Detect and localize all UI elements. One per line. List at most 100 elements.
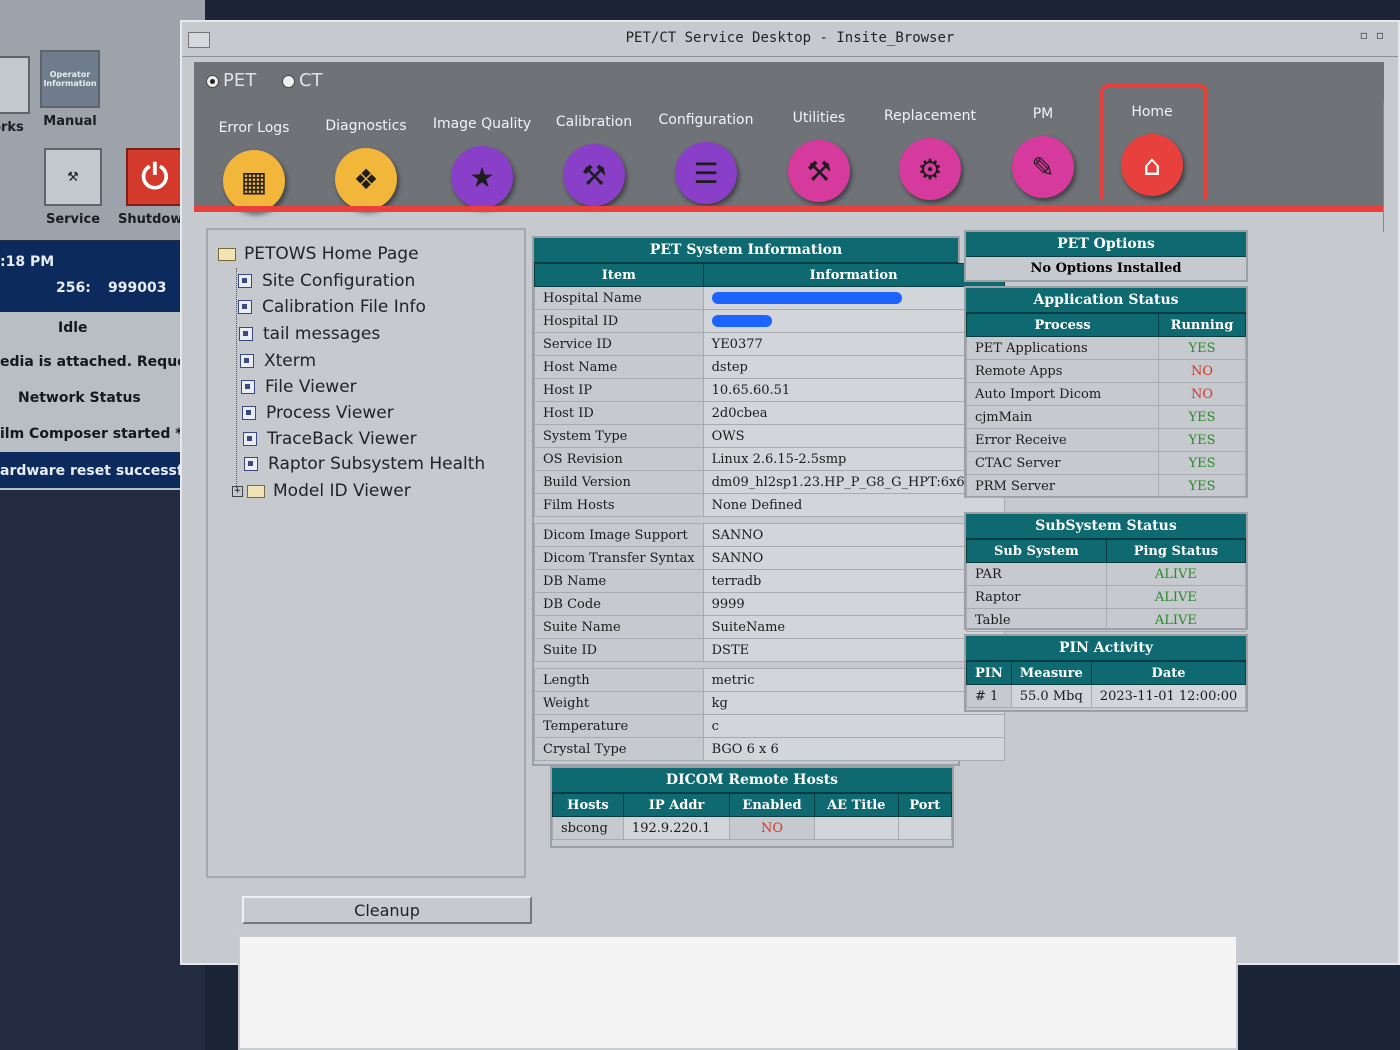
table-row[interactable]: Auto Import Dicom NO	[966, 382, 1246, 406]
table-row[interactable]: Suite ID DSTE	[534, 638, 1005, 662]
tree-item[interactable]: tail messages	[239, 324, 380, 344]
scrollbar[interactable]	[1383, 102, 1398, 232]
table-row[interactable]: Host ID 2d0cbea	[534, 401, 1005, 425]
item-value: c	[702, 714, 1005, 738]
works-launcher[interactable]: Works	[0, 56, 30, 135]
table-row[interactable]: Hospital Name	[534, 286, 1005, 310]
tool-error-logs[interactable]: Error Logs ▦	[204, 120, 304, 212]
table-row[interactable]: sbcong 192.9.220.1 NO	[552, 816, 953, 840]
item-label: Weight	[534, 691, 704, 715]
host-port	[897, 816, 953, 840]
table-row[interactable]: DB Name terradb	[534, 569, 1005, 593]
panel-title: Application Status	[966, 288, 1246, 313]
tool-image-quality[interactable]: Image Quality ★	[432, 116, 532, 208]
tree-item[interactable]: File Viewer	[241, 377, 357, 397]
running-status: YES	[1158, 451, 1246, 475]
service-desktop-window: PET/CT Service Desktop - Insite_Browser …	[180, 20, 1400, 965]
tree-root[interactable]: PETOWS Home Page	[218, 244, 419, 264]
table-row[interactable]: System Type OWS	[534, 424, 1005, 448]
table-row[interactable]: PET Applications YES	[966, 336, 1246, 360]
tree-item[interactable]: Xterm	[240, 351, 316, 371]
page-icon	[244, 457, 258, 471]
table-row[interactable]: Length metric	[534, 668, 1005, 692]
table-row[interactable]: Remote Apps NO	[966, 359, 1246, 383]
item-value: SANNO	[702, 546, 1005, 570]
pet-system-info-panel: PET System Information Item Information …	[532, 236, 1005, 766]
table-row[interactable]: # 1 55.0 Mbq 2023-11-01 12:00:00	[966, 684, 1247, 708]
tree-item[interactable]: Calibration File Info	[238, 297, 426, 317]
tree-item[interactable]: TraceBack Viewer	[243, 429, 417, 449]
host-ip: 192.9.220.1	[622, 816, 731, 840]
page-icon	[239, 327, 253, 341]
table-row[interactable]: DB Code 9999	[534, 592, 1005, 616]
tool-calibration[interactable]: Calibration ⚒	[544, 114, 644, 206]
table-row[interactable]: Suite Name SuiteName	[534, 615, 1005, 639]
ping-status: ALIVE	[1105, 562, 1247, 586]
table-row[interactable]: Service ID YE0377	[534, 332, 1005, 356]
item-label: Hospital Name	[534, 286, 704, 310]
column-header: Ping Status	[1105, 539, 1247, 563]
ct-radio[interactable]	[281, 74, 295, 88]
table-row[interactable]: Dicom Transfer Syntax SANNO	[534, 546, 1005, 570]
table-row[interactable]: cjmMain YES	[966, 405, 1246, 429]
table-row[interactable]: Raptor ALIVE	[966, 585, 1247, 609]
pin-activity-panel: PIN Activity PIN Measure Date # 1 55.0 M…	[964, 634, 1248, 712]
table-row[interactable]: PRM Server YES	[966, 474, 1246, 498]
column-header: Port	[897, 793, 953, 817]
page-icon	[243, 432, 257, 446]
window-controls[interactable]: ▫▫	[1360, 28, 1392, 42]
page-icon	[240, 354, 254, 368]
column-header: Sub System	[966, 539, 1107, 563]
table-row[interactable]: Host Name dstep	[534, 355, 1005, 379]
toolbox-icon: ⚒	[788, 140, 850, 202]
ping-status: ALIVE	[1105, 585, 1247, 609]
table-row[interactable]: Host IP 10.65.60.51	[534, 378, 1005, 402]
pet-radio[interactable]	[206, 74, 219, 88]
tree-item[interactable]: Raptor Subsystem Health	[244, 454, 485, 474]
tool-replacement[interactable]: Replacement ⚙	[880, 108, 980, 200]
column-header: Process	[966, 313, 1159, 337]
tool-configuration[interactable]: Configuration ☰	[656, 112, 756, 204]
item-value: YE0377	[702, 332, 1005, 356]
service-launcher[interactable]: ⚒ Service	[44, 148, 102, 227]
tool-diagnostics[interactable]: Diagnostics ❖	[316, 118, 416, 210]
system-info-table: Item Information Hospital Name Hospital I…	[534, 263, 1005, 761]
panel-title: PET System Information	[534, 238, 958, 263]
cleanup-button[interactable]: Cleanup	[242, 896, 532, 924]
tree-folder[interactable]: + Model ID Viewer	[232, 481, 411, 501]
item-value: None Defined	[702, 493, 1005, 517]
table-row[interactable]: Hospital ID	[534, 309, 1005, 333]
table-row[interactable]: Weight kg	[534, 691, 1005, 715]
monitor-icon: ★	[451, 146, 513, 208]
tool-home[interactable]: Home ⌂	[1102, 104, 1202, 196]
manual-launcher[interactable]: Operator Information Manual	[40, 50, 100, 129]
column-header: Information	[702, 263, 1005, 287]
item-label: Length	[534, 668, 704, 692]
panel-title: PET Options	[966, 232, 1246, 257]
table-row[interactable]: Dicom Image Support SANNO	[534, 523, 1005, 547]
pet-label: PET	[223, 70, 257, 91]
tree-item[interactable]: Process Viewer	[242, 403, 394, 423]
navigation-tree: PETOWS Home Page Site Configuration Cali…	[206, 228, 526, 878]
pin-number: # 1	[966, 684, 1012, 708]
table-row[interactable]: Build Version dm09_hl2sp1.23.HP_P_G8_G_HP…	[534, 470, 1005, 494]
expand-icon[interactable]: +	[232, 485, 243, 497]
tool-pm[interactable]: PM ✎	[993, 106, 1093, 198]
table-row[interactable]: CTAC Server YES	[966, 451, 1246, 475]
table-row[interactable]: OS Revision Linux 2.6.15-2.5smp	[534, 447, 1005, 471]
item-value: SuiteName	[702, 615, 1005, 639]
table-row[interactable]: Crystal Type BGO 6 x 6	[534, 737, 1005, 761]
table-row[interactable]: Error Receive YES	[966, 428, 1246, 452]
table-row[interactable]: Temperature c	[534, 714, 1005, 738]
tool-utilities[interactable]: Utilities ⚒	[769, 110, 869, 202]
table-row[interactable]: PAR ALIVE	[966, 562, 1247, 586]
window-title: PET/CT Service Desktop - Insite_Browser	[625, 30, 955, 46]
item-value: DSTE	[702, 638, 1005, 662]
table-row[interactable]: Film Hosts None Defined	[534, 493, 1005, 517]
item-label: Host Name	[534, 355, 704, 379]
row-separator	[534, 661, 1005, 669]
table-row[interactable]: Table ALIVE	[966, 608, 1247, 632]
item-value: Linux 2.6.15-2.5smp	[702, 447, 1005, 471]
tree-item[interactable]: Site Configuration	[238, 271, 415, 291]
status-message: Network Status	[18, 390, 141, 406]
